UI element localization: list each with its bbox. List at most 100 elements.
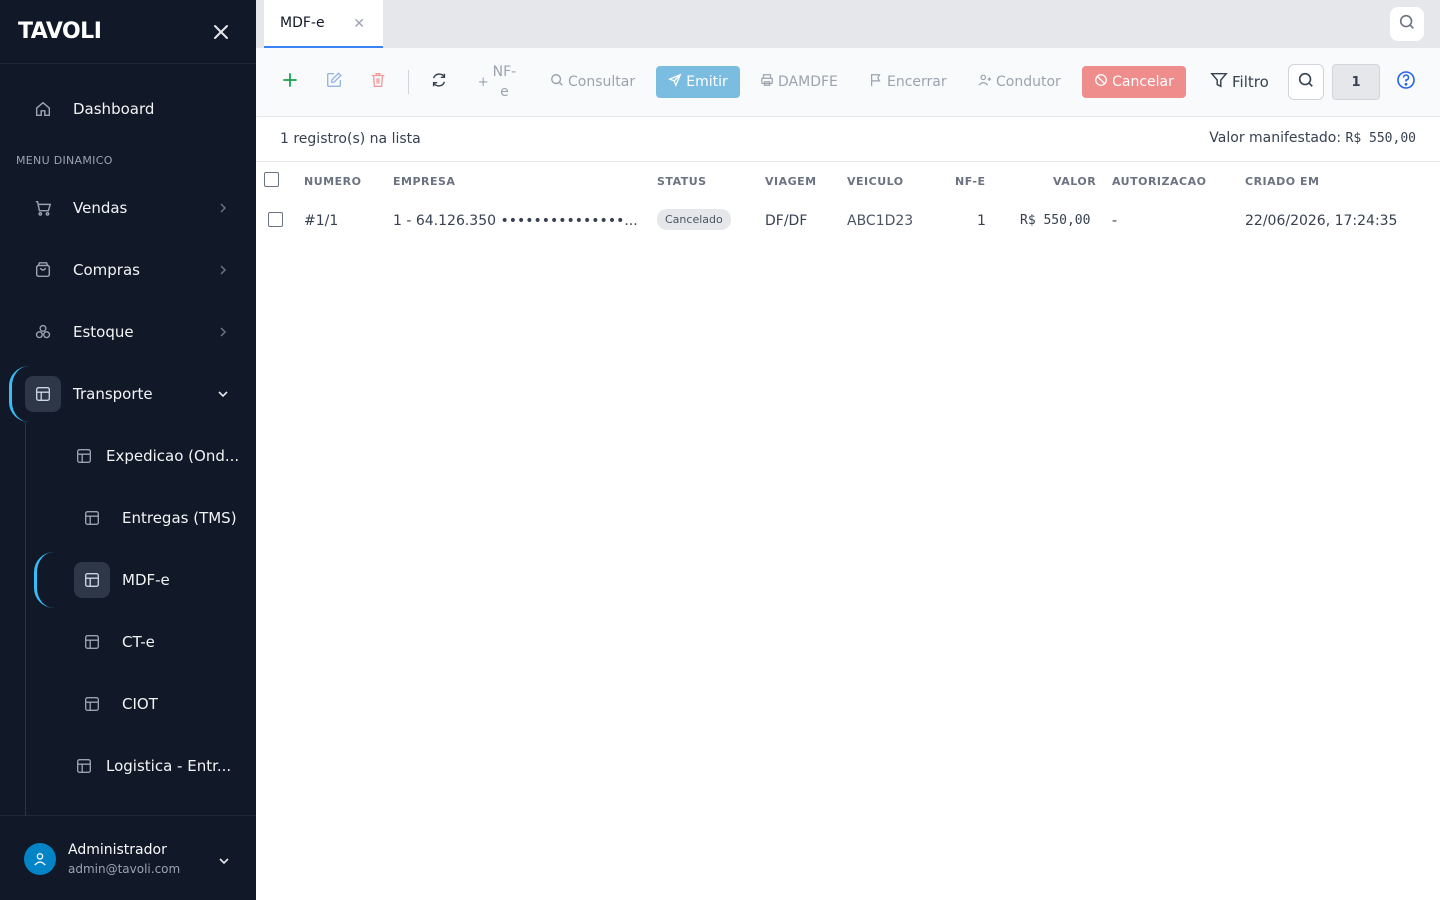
page-indicator[interactable]: 1 — [1332, 64, 1380, 100]
sidebar-subitem-expedicao[interactable]: Expedicao (Ond... — [0, 428, 256, 484]
list-summary: 1 registro(s) na lista Valor manifestado… — [256, 117, 1440, 162]
column-header[interactable]: STATUS — [657, 175, 707, 188]
edit-button[interactable] — [322, 66, 346, 98]
layout-icon — [69, 751, 99, 781]
select-all-checkbox[interactable] — [264, 172, 279, 187]
cell-veiculo: ABC1D23 — [847, 213, 914, 229]
home-icon — [28, 94, 58, 124]
column-header[interactable]: EMPRESA — [393, 175, 455, 188]
search-icon — [1297, 71, 1315, 93]
layout-icon — [77, 689, 107, 719]
column-header[interactable]: VIAGEM — [765, 175, 817, 188]
layout-icon — [69, 441, 99, 471]
sidebar-item-label: Transporte — [73, 385, 153, 403]
condutor-label: Condutor — [996, 74, 1061, 90]
cancelar-button[interactable]: Cancelar — [1082, 66, 1186, 98]
send-icon — [668, 73, 682, 91]
sidebar-subitem-entregas[interactable]: Entregas (TMS) — [0, 490, 256, 546]
add-nfe-button[interactable]: + NF- e — [474, 62, 520, 102]
sidebar-item-compras[interactable]: Compras — [0, 242, 256, 298]
delete-button[interactable] — [366, 66, 390, 98]
close-sidebar-icon[interactable] — [210, 21, 232, 43]
chevron-right-icon — [216, 201, 230, 215]
sidebar-subitem-mdfe[interactable]: MDF-e — [0, 552, 256, 608]
sidebar-item-label: MDF-e — [122, 571, 170, 589]
search-icon — [1398, 13, 1416, 35]
trash-icon — [369, 71, 387, 93]
help-icon — [1396, 70, 1416, 94]
tab-mdfe[interactable]: MDF-e ✕ — [264, 0, 383, 48]
refresh-button[interactable] — [427, 66, 451, 98]
manifest-value: R$ 550,00 — [1345, 131, 1416, 146]
table-header: NUMERO EMPRESA STATUS VIAGEM VEICULO NF-… — [256, 162, 1440, 202]
close-tab-icon[interactable]: ✕ — [353, 16, 365, 32]
sidebar-item-label: Compras — [73, 261, 140, 279]
sidebar-item-label: Vendas — [73, 199, 128, 217]
sidebar: TAVOLI Dashboard MENU DINAMICO Vendas Co… — [0, 0, 256, 900]
user-menu[interactable]: Administrador admin@tavoli.com — [0, 815, 256, 900]
column-header[interactable]: NF-E — [955, 175, 985, 188]
sidebar-subitem-ciot[interactable]: CIOT — [0, 676, 256, 732]
filtro-button[interactable]: Filtro — [1210, 66, 1269, 98]
tab-bar: MDF-e ✕ — [256, 0, 1440, 48]
encerrar-button[interactable]: Encerrar — [869, 66, 947, 98]
nfe-label-line1: NF- — [492, 64, 517, 80]
chevron-right-icon — [216, 325, 230, 339]
boxes-icon — [28, 317, 58, 347]
sidebar-subitem-cte[interactable]: CT-e — [0, 614, 256, 670]
search-button[interactable] — [1288, 64, 1324, 100]
layout-icon — [25, 376, 61, 412]
filter-icon — [1210, 71, 1228, 93]
help-button[interactable] — [1394, 70, 1418, 94]
column-header[interactable]: VEICULO — [847, 175, 904, 188]
chevron-right-icon — [216, 263, 230, 277]
avatar — [24, 843, 56, 875]
ban-icon — [1094, 73, 1108, 91]
cell-criado-em: 22/06/2026, 17:24:35 — [1245, 213, 1398, 229]
add-button[interactable] — [278, 66, 302, 98]
printer-icon — [760, 73, 774, 91]
sidebar-item-dashboard[interactable]: Dashboard — [0, 81, 256, 137]
cell-viagem: DF/DF — [765, 213, 808, 229]
record-count: 1 registro(s) na lista — [280, 131, 421, 147]
manifest-label: Valor manifestado: — [1209, 130, 1342, 146]
column-header[interactable]: CRIADO EM — [1245, 175, 1319, 188]
filtro-label: Filtro — [1232, 73, 1269, 91]
flag-icon — [869, 73, 883, 91]
sidebar-header: TAVOLI — [0, 0, 256, 64]
condutor-button[interactable]: Condutor — [978, 66, 1061, 98]
manifest-total: Valor manifestado: R$ 550,00 — [1209, 130, 1416, 146]
column-header[interactable]: AUTORIZACAO — [1112, 175, 1206, 188]
sidebar-item-vendas[interactable]: Vendas — [0, 180, 256, 236]
user-email: admin@tavoli.com — [68, 862, 181, 876]
cart-icon — [28, 193, 58, 223]
user-plus-icon — [978, 73, 992, 91]
layout-icon — [74, 562, 110, 598]
encerrar-label: Encerrar — [887, 74, 947, 90]
global-search-button[interactable] — [1390, 7, 1424, 41]
column-header[interactable]: NUMERO — [304, 175, 361, 188]
toolbar: + NF- e Consultar Emitir DAMDFE Encerrar… — [256, 48, 1440, 117]
column-header[interactable]: VALOR — [1053, 175, 1096, 188]
damdfe-label: DAMDFE — [778, 74, 838, 90]
search-icon — [550, 73, 564, 91]
status-badge: Cancelado — [657, 209, 731, 230]
sidebar-item-label: Estoque — [73, 323, 134, 341]
sidebar-subitem-logistica[interactable]: Logistica - Entr... — [0, 738, 256, 794]
cell-valor: R$ 550,00 — [1020, 213, 1091, 228]
consultar-label: Consultar — [568, 74, 636, 90]
sidebar-item-label: Dashboard — [73, 100, 155, 118]
emitir-label: Emitir — [686, 74, 728, 90]
damdfe-button[interactable]: DAMDFE — [760, 66, 838, 98]
nfe-label-line2: e — [500, 84, 509, 100]
sidebar-item-label: Entregas (TMS) — [122, 509, 237, 527]
sidebar-item-label: CIOT — [122, 695, 158, 713]
emitir-button[interactable]: Emitir — [656, 66, 740, 98]
chevron-down-icon — [218, 852, 230, 871]
sidebar-item-estoque[interactable]: Estoque — [0, 304, 256, 360]
consultar-button[interactable]: Consultar — [550, 66, 635, 98]
table-row[interactable]: #1/1 1 - 64.126.350 •••••••••••••••... C… — [256, 202, 1440, 242]
sidebar-item-transporte[interactable]: Transporte — [0, 366, 256, 422]
row-checkbox[interactable] — [268, 212, 283, 227]
sidebar-item-label: CT-e — [122, 633, 155, 651]
